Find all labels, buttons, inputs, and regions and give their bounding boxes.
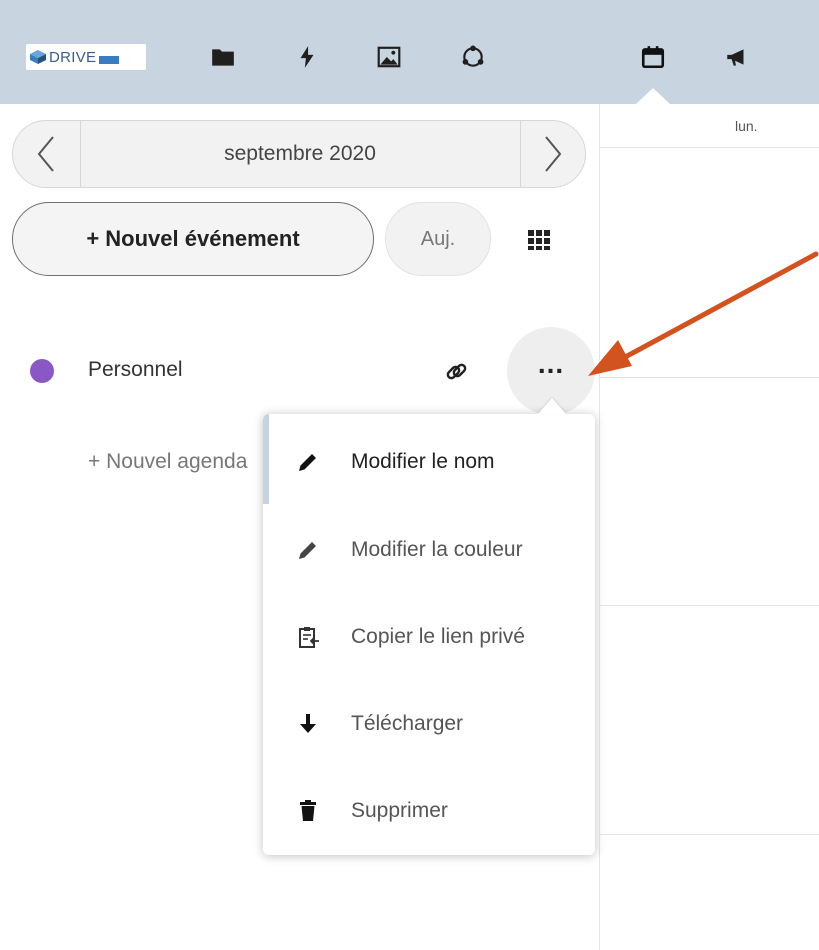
download-icon [300, 714, 316, 733]
circles-icon [462, 45, 484, 67]
activity-icon [300, 46, 314, 68]
menu-pointer [538, 398, 566, 414]
current-month-label[interactable]: septembre 2020 [80, 120, 520, 188]
menu-item-rename[interactable]: Modifier le nom [263, 418, 595, 506]
announcements-icon [727, 49, 744, 66]
pencil-icon [299, 542, 316, 559]
next-month-button[interactable] [520, 120, 586, 188]
menu-item-delete[interactable]: Supprimer [263, 767, 595, 855]
menu-item-label: Modifier la couleur [351, 538, 523, 561]
circles-app-button[interactable] [456, 40, 490, 74]
cube-logo-icon [30, 50, 46, 64]
menu-item-label: Modifier le nom [351, 450, 495, 473]
announcements-app-button[interactable] [720, 40, 754, 74]
files-app-button[interactable] [206, 40, 240, 74]
previous-month-button[interactable] [12, 120, 80, 188]
grid-line [600, 147, 819, 148]
menu-item-label: Supprimer [351, 799, 448, 822]
grid-line [600, 834, 819, 835]
more-dots-icon: ... [537, 348, 565, 379]
menu-item-download[interactable]: Télécharger [263, 680, 595, 768]
chevron-left-icon [37, 136, 54, 172]
logo-text: DRIVE [49, 48, 97, 66]
annotation-arrow [588, 251, 819, 376]
calendar-icon [641, 46, 665, 69]
calendar-color-dot[interactable] [30, 359, 54, 383]
folder-icon [212, 49, 234, 66]
sidebar-divider [599, 104, 600, 950]
menu-item-change-color[interactable]: Modifier la couleur [263, 506, 595, 594]
active-app-pointer [636, 88, 670, 104]
drive-logo[interactable]: DRIVE [26, 44, 146, 70]
trash-icon [300, 800, 316, 821]
pencil-icon [299, 454, 316, 471]
link-icon [446, 363, 467, 380]
activity-app-button[interactable] [290, 40, 324, 74]
photos-icon [377, 46, 401, 68]
menu-item-label: Copier le lien privé [351, 625, 525, 648]
share-link-button[interactable] [442, 358, 470, 386]
clipboard-icon [299, 627, 319, 648]
today-button[interactable]: Auj. [385, 202, 491, 276]
menu-item-label: Télécharger [351, 712, 464, 735]
chevron-right-icon [545, 136, 562, 172]
grid-icon [528, 230, 550, 250]
photos-app-button[interactable] [372, 40, 406, 74]
view-switcher-button[interactable] [520, 222, 558, 258]
new-event-button[interactable]: + Nouvel événement [12, 202, 374, 276]
day-column-header: lun. [735, 118, 758, 134]
calendar-app-button[interactable] [636, 40, 670, 74]
menu-item-copy-private-link[interactable]: Copier le lien privé [263, 593, 595, 681]
calendar-name[interactable]: Personnel [88, 358, 183, 382]
new-calendar-link[interactable]: + Nouvel agenda [88, 450, 258, 474]
logo-com-badge [99, 56, 120, 64]
grid-line [600, 605, 819, 606]
